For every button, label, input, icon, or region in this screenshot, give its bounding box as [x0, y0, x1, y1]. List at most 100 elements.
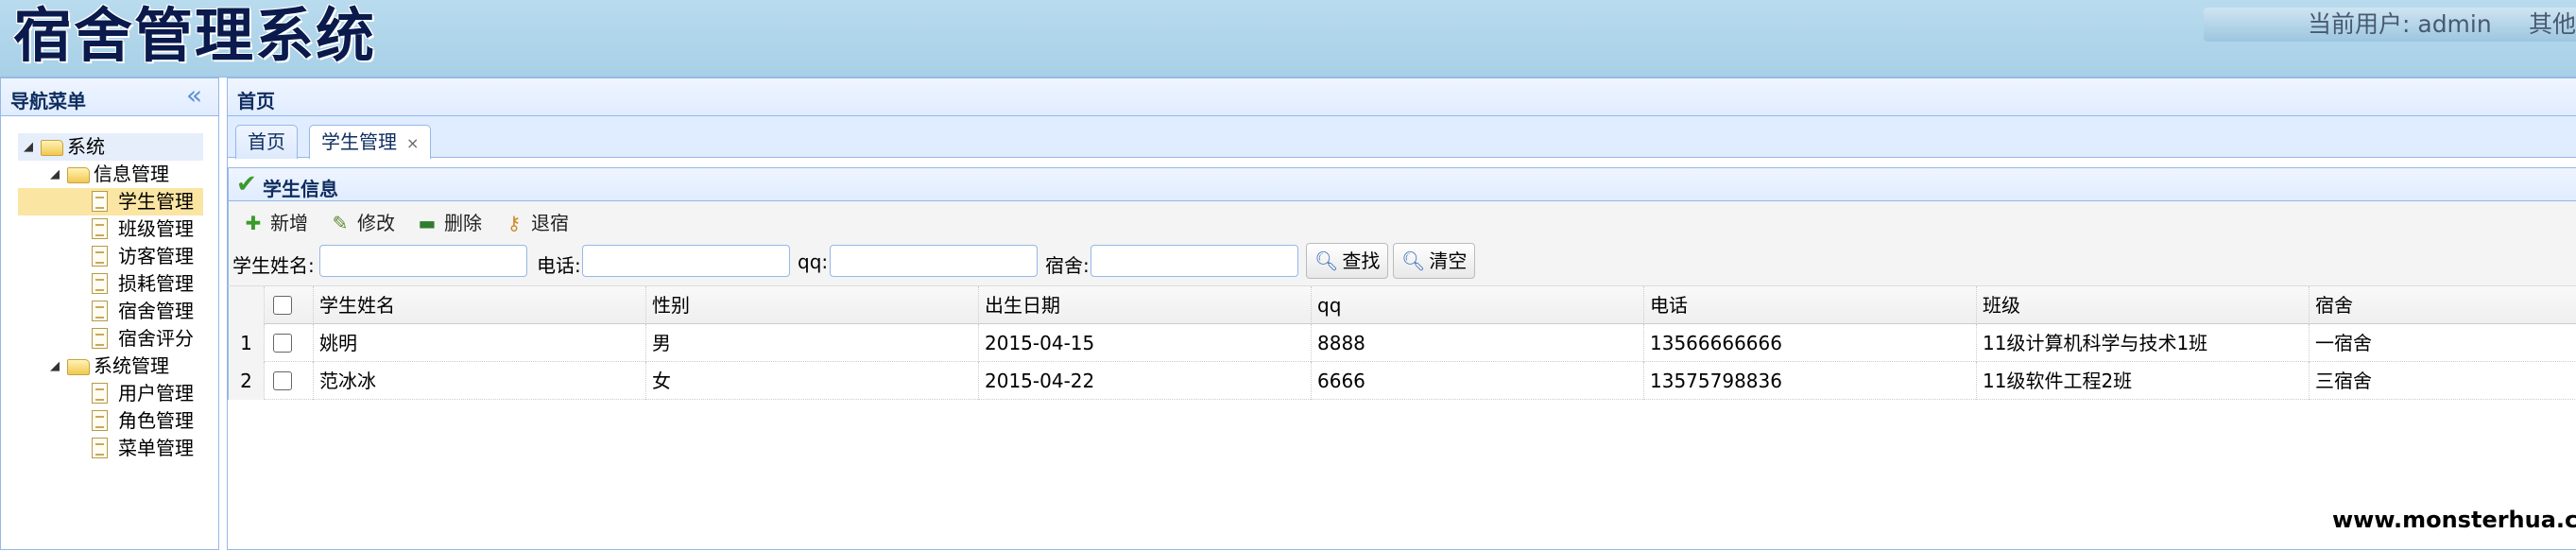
expand-triangle-icon[interactable]: ◢: [50, 353, 60, 380]
select-all-cell: [265, 286, 314, 324]
column-header[interactable]: 宿舍: [2310, 286, 2576, 324]
folder-icon: [41, 140, 63, 156]
tree-node-label: 用户管理: [118, 382, 194, 405]
column-header[interactable]: 班级: [1977, 286, 2310, 324]
phone-input[interactable]: [582, 245, 790, 277]
tree-node-system[interactable]: ◢ 系统: [18, 133, 203, 161]
table-cell: 三宿舍: [2315, 370, 2372, 392]
row-number: 1: [229, 324, 265, 362]
tree-node-info-management[interactable]: ◢ 信息管理: [1, 161, 218, 188]
table-cell: 姚明: [314, 324, 646, 362]
close-icon[interactable]: ×: [406, 134, 419, 152]
tab-student-management[interactable]: 学生管理 ×: [309, 125, 432, 159]
panel-title: 学生信息: [263, 178, 338, 200]
table-cell: 2015-04-15: [979, 324, 1312, 362]
tree-node-class-management[interactable]: 班级管理: [1, 215, 218, 243]
document-icon: [92, 191, 108, 212]
column-header[interactable]: 电话: [1644, 286, 1977, 324]
folder-icon: [67, 167, 90, 183]
tab-label: 首页: [248, 130, 285, 153]
table-cell: 范冰冰: [314, 362, 646, 400]
app-header: 宿舍管理系统 当前用户: admin 其他: [0, 0, 2576, 77]
nav-title: 导航菜单: [10, 90, 86, 112]
document-icon: [92, 273, 108, 294]
column-header[interactable]: 学生姓名: [314, 286, 646, 324]
search-button[interactable]: 🔍︎ 查找: [1306, 243, 1389, 279]
main-panel: 首页 首页 学生管理 × ✔ 学生信息 ✚ 新增 ✎ 修改 ▬ 删除 ⚷ 退宿: [227, 77, 2576, 550]
tree-node-student-management[interactable]: 学生管理: [18, 188, 203, 215]
grid-header-row: 学生姓名 性别 出生日期 qq 电话 班级 宿舍: [229, 286, 2576, 324]
table-cell: 一宿舍: [2315, 332, 2372, 354]
collapse-icon[interactable]: «: [186, 82, 202, 109]
student-panel: ✔ 学生信息 ✚ 新增 ✎ 修改 ▬ 删除 ⚷ 退宿 学生姓名: 电话: qq:: [228, 167, 2576, 551]
column-header[interactable]: qq: [1312, 286, 1644, 324]
row-select-cell: [265, 324, 314, 362]
qq-label: qq:: [798, 250, 829, 273]
user-bar: 当前用户: admin 其他: [2204, 8, 2576, 42]
tree-node-label: 班级管理: [118, 217, 194, 240]
checkmark-icon: ✔: [236, 170, 257, 198]
column-header[interactable]: 性别: [646, 286, 979, 324]
nav-panel: 导航菜单 « ◢ 系统 ◢ 信息管理 学生管理 班级管理 访客管理 损耗管理 宿…: [0, 77, 219, 550]
main-header: 首页: [228, 78, 2576, 116]
edit-button[interactable]: ✎ 修改: [329, 209, 395, 237]
app-title: 宿舍管理系统: [13, 1, 377, 70]
row-checkbox[interactable]: [273, 334, 292, 353]
tree-node-label: 访客管理: [118, 245, 194, 267]
student-grid: 学生姓名 性别 出生日期 qq 电话 班级 宿舍 1 姚明 男 2015-04-…: [228, 286, 2576, 400]
dorm-label: 宿舍:: [1045, 254, 1090, 277]
toolbar: ✚ 新增 ✎ 修改 ▬ 删除 ⚷ 退宿 学生姓名: 电话: qq: 宿舍: 🔍︎…: [228, 201, 2576, 286]
expand-triangle-icon[interactable]: ◢: [50, 161, 60, 188]
student-name-input[interactable]: [319, 245, 527, 277]
tree-node-label: 信息管理: [94, 163, 169, 185]
document-icon: [92, 410, 108, 431]
document-icon: [92, 218, 108, 239]
delete-button[interactable]: ▬ 删除: [416, 209, 482, 237]
panel-header: ✔ 学生信息: [228, 167, 2576, 201]
qq-input[interactable]: [830, 245, 1038, 277]
search-icon: 🔍︎: [1401, 250, 1426, 272]
other-link[interactable]: 其他: [2529, 8, 2576, 42]
document-icon: [92, 383, 108, 404]
row-checkbox[interactable]: [273, 371, 292, 390]
checkout-button[interactable]: ⚷ 退宿: [503, 209, 569, 237]
tree-node-label: 角色管理: [118, 409, 194, 432]
tree-node-role-management[interactable]: 角色管理: [1, 407, 218, 435]
clear-button[interactable]: 🔍︎ 清空: [1393, 243, 1476, 279]
tree-node-visitor-management[interactable]: 访客管理: [1, 243, 218, 270]
nav-header: 导航菜单 «: [1, 78, 218, 116]
tree-node-user-management[interactable]: 用户管理: [1, 380, 218, 407]
name-label: 学生姓名:: [232, 254, 315, 277]
tree-node-loss-management[interactable]: 损耗管理: [1, 270, 218, 298]
add-button-label: 新增: [270, 212, 308, 234]
table-cell: 8888: [1312, 324, 1644, 362]
document-icon: [92, 246, 108, 267]
document-icon: [92, 301, 108, 321]
tree-node-system-management[interactable]: ◢ 系统管理: [1, 353, 218, 380]
tree-node-dorm-rating[interactable]: 宿舍评分: [1, 325, 218, 353]
pencil-icon: ✎: [332, 212, 349, 234]
table-row[interactable]: 1 姚明 男 2015-04-15 8888 13566666666 11级计算…: [229, 324, 2576, 362]
table-cell: 11级软件工程2班: [1977, 362, 2310, 400]
column-header[interactable]: 出生日期: [979, 286, 1312, 324]
add-button[interactable]: ✚ 新增: [242, 209, 308, 237]
dorm-input[interactable]: [1091, 245, 1298, 277]
tree-node-dorm-management[interactable]: 宿舍管理: [1, 298, 218, 325]
table-row[interactable]: 2 范冰冰 女 2015-04-22 6666 13575798836 11级软…: [229, 362, 2576, 400]
row-number-header: [229, 286, 265, 324]
checkout-button-label: 退宿: [531, 212, 569, 234]
clear-button-label: 清空: [1429, 250, 1468, 272]
tab-label: 学生管理: [321, 130, 397, 153]
table-cell: 6666: [1312, 362, 1644, 400]
tree-node-label: 系统: [67, 135, 105, 158]
table-cell: 男: [646, 324, 979, 362]
tab-home[interactable]: 首页: [235, 125, 298, 159]
table-cell: 13566666666: [1644, 324, 1977, 362]
tree-node-menu-management[interactable]: 菜单管理: [1, 435, 218, 462]
table-cell: 女: [646, 362, 979, 400]
table-cell: 13575798836: [1644, 362, 1977, 400]
expand-triangle-icon[interactable]: ◢: [24, 133, 33, 161]
add-icon: ✚: [245, 212, 262, 234]
select-all-checkbox[interactable]: [273, 296, 292, 315]
row-number: 2: [229, 362, 265, 400]
